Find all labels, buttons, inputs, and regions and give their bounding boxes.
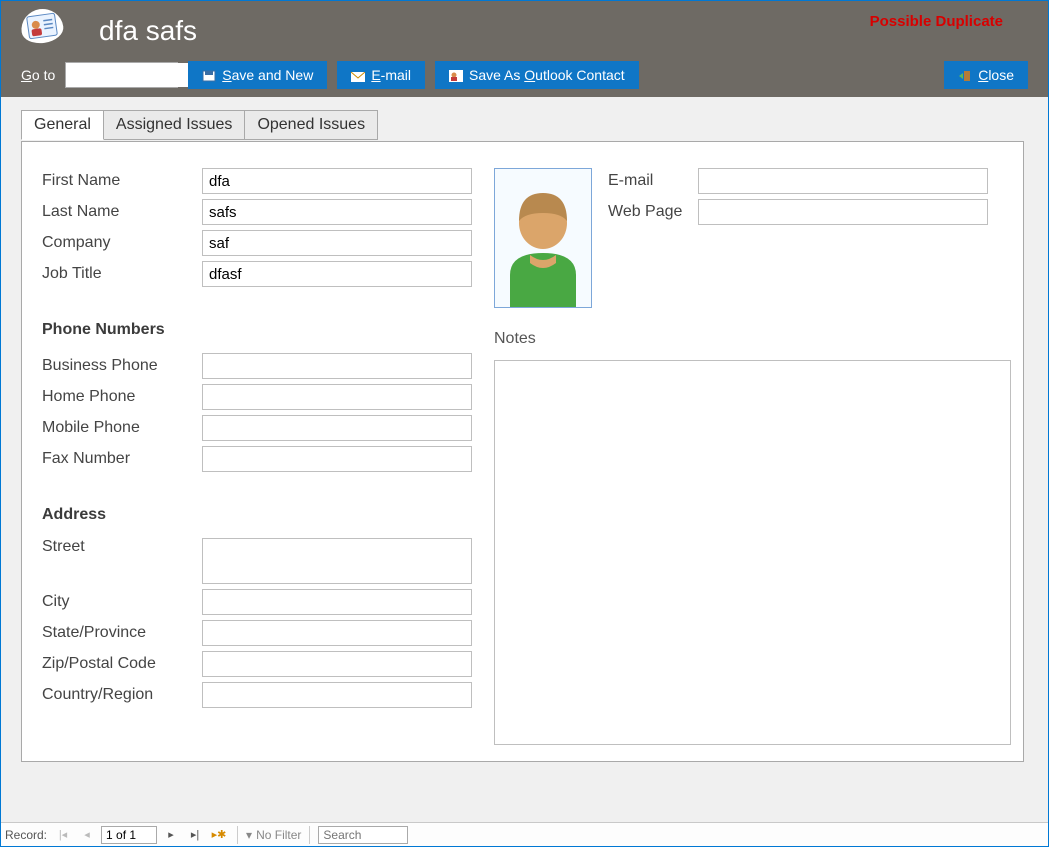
record-search-input[interactable] xyxy=(318,826,408,844)
country-label: Country/Region xyxy=(42,686,202,704)
mail-icon xyxy=(351,69,365,81)
job-title-label: Job Title xyxy=(42,265,202,283)
duplicate-warning: Possible Duplicate xyxy=(870,13,1003,30)
state-input[interactable] xyxy=(202,620,472,646)
notes-textarea[interactable] xyxy=(494,360,1011,745)
nav-new-record-button[interactable]: ▸✱ xyxy=(209,826,229,844)
nav-separator-2 xyxy=(309,826,310,844)
email-input[interactable] xyxy=(698,168,988,194)
header-bar: dfa safs Possible Duplicate Go to ▾ Save… xyxy=(1,1,1048,97)
fax-number-input[interactable] xyxy=(202,446,472,472)
company-input[interactable] xyxy=(202,230,472,256)
tab-general[interactable]: General xyxy=(21,110,104,140)
tab-opened-issues[interactable]: Opened Issues xyxy=(244,110,378,140)
tab-panel-general: First Name Last Name Company Job Title P… xyxy=(21,141,1024,762)
goto-combo[interactable]: ▾ xyxy=(65,62,178,88)
nav-first-button[interactable]: |◂ xyxy=(53,826,73,844)
state-label: State/Province xyxy=(42,624,202,642)
street-input[interactable] xyxy=(202,538,472,584)
first-name-label: First Name xyxy=(42,172,202,190)
webpage-input[interactable] xyxy=(698,199,988,225)
nav-prev-button[interactable]: ◂ xyxy=(77,826,97,844)
tab-strip: General Assigned Issues Opened Issues xyxy=(21,109,377,139)
fax-number-label: Fax Number xyxy=(42,450,202,468)
job-title-input[interactable] xyxy=(202,261,472,287)
outlook-contact-icon xyxy=(449,69,463,81)
first-name-input[interactable] xyxy=(202,168,472,194)
notes-label: Notes xyxy=(494,330,536,348)
nav-last-button[interactable]: ▸| xyxy=(185,826,205,844)
goto-label: Go to xyxy=(21,67,55,83)
record-label: Record: xyxy=(5,828,47,842)
close-door-icon xyxy=(958,69,972,81)
save-icon xyxy=(202,69,216,81)
email-button[interactable]: E-mail xyxy=(337,61,425,89)
filter-indicator[interactable]: ▾ No Filter xyxy=(246,828,301,842)
filter-funnel-icon: ▾ xyxy=(246,828,252,842)
save-as-outlook-button[interactable]: Save As Outlook Contact xyxy=(435,61,639,89)
toolbar: Go to ▾ Save and New E-mail Save As Outl… xyxy=(21,61,1028,89)
contact-card-icon xyxy=(19,6,65,46)
webpage-label: Web Page xyxy=(608,203,698,221)
country-input[interactable] xyxy=(202,682,472,708)
business-phone-label: Business Phone xyxy=(42,357,202,375)
address-section-heading: Address xyxy=(42,506,502,524)
city-input[interactable] xyxy=(202,589,472,615)
phone-section-heading: Phone Numbers xyxy=(42,321,502,339)
last-name-label: Last Name xyxy=(42,203,202,221)
record-navigator: Record: |◂ ◂ ▸ ▸| ▸✱ ▾ No Filter xyxy=(1,822,1048,846)
company-label: Company xyxy=(42,234,202,252)
close-button[interactable]: Close xyxy=(944,61,1028,89)
nav-next-button[interactable]: ▸ xyxy=(161,826,181,844)
contact-photo[interactable] xyxy=(494,168,592,308)
zip-input[interactable] xyxy=(202,651,472,677)
nav-separator xyxy=(237,826,238,844)
city-label: City xyxy=(42,593,202,611)
left-column: First Name Last Name Company Job Title P… xyxy=(42,168,502,713)
right-column: E-mail Web Page xyxy=(608,168,988,230)
tab-assigned-issues[interactable]: Assigned Issues xyxy=(103,110,246,140)
mobile-phone-input[interactable] xyxy=(202,415,472,441)
zip-label: Zip/Postal Code xyxy=(42,655,202,673)
street-label: Street xyxy=(42,538,202,556)
email-label: E-mail xyxy=(608,172,698,190)
business-phone-input[interactable] xyxy=(202,353,472,379)
record-current-input[interactable] xyxy=(101,826,157,844)
save-and-new-button[interactable]: Save and New xyxy=(188,61,327,89)
page-title: dfa safs xyxy=(99,15,197,47)
home-phone-input[interactable] xyxy=(202,384,472,410)
home-phone-label: Home Phone xyxy=(42,388,202,406)
last-name-input[interactable] xyxy=(202,199,472,225)
mobile-phone-label: Mobile Phone xyxy=(42,419,202,437)
